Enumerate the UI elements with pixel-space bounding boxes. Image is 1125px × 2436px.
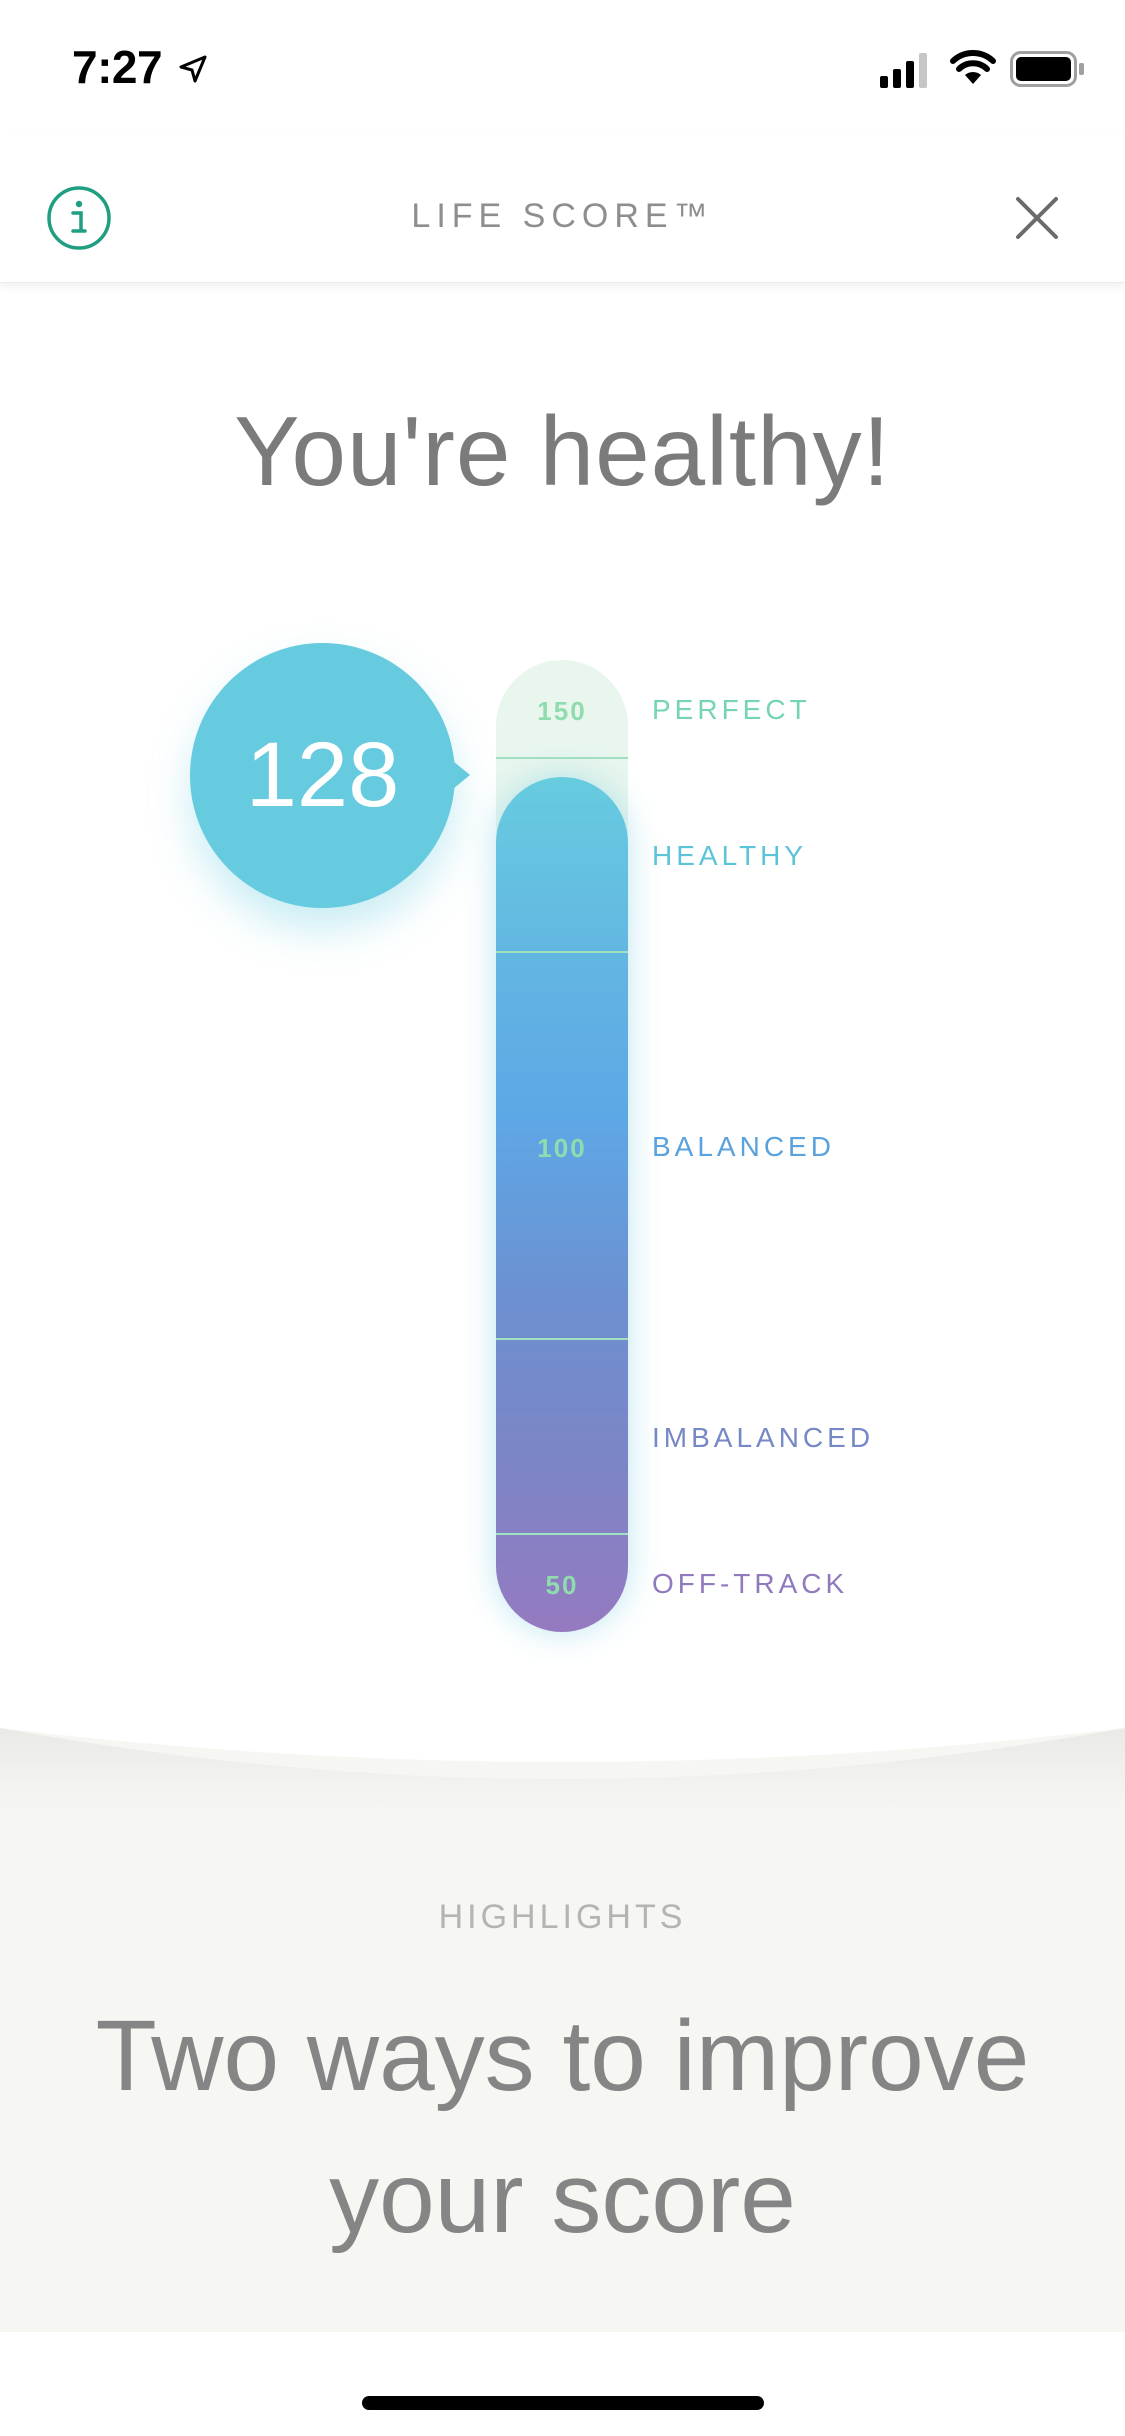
gauge-level-healthy: HEALTHY [652,840,808,871]
score-bubble: 128 [190,643,455,908]
gauge-tick-50: 50 [545,1570,579,1600]
highlights-label: HIGHLIGHTS [438,1898,687,1936]
gauge-level-imbalanced: IMBALANCED [652,1422,875,1453]
hero-title: You're healthy! [234,396,891,506]
score-value: 128 [245,724,400,826]
nav-header: LIFE SCORE™ [0,135,1125,283]
status-time: 7:27 [72,41,163,93]
gauge-divider [496,1533,628,1535]
section-curve [0,1712,1125,1812]
page-title: LIFE SCORE™ [411,197,714,235]
score-gauge-fill [496,777,628,1632]
gauge-level-perfect: PERFECT [652,694,811,725]
location-arrow-icon [179,55,207,83]
home-indicator [362,2396,764,2410]
gauge-divider [496,1338,628,1340]
status-bar: 7:27 [0,0,1125,135]
gauge-level-off-track: OFF-TRACK [652,1568,849,1599]
wifi-icon [950,50,996,84]
highlights-heading: Two ways to improve your score [95,2000,1030,2254]
close-icon[interactable] [1014,195,1060,241]
gauge-level-balanced: BALANCED [652,1131,835,1162]
gauge-tick-100: 100 [537,1133,587,1163]
battery-icon [1010,51,1084,87]
gauge-divider [496,951,628,953]
gauge-tick-150: 150 [537,696,587,726]
cellular-signal-icon [880,53,927,88]
gauge-divider [496,757,628,759]
